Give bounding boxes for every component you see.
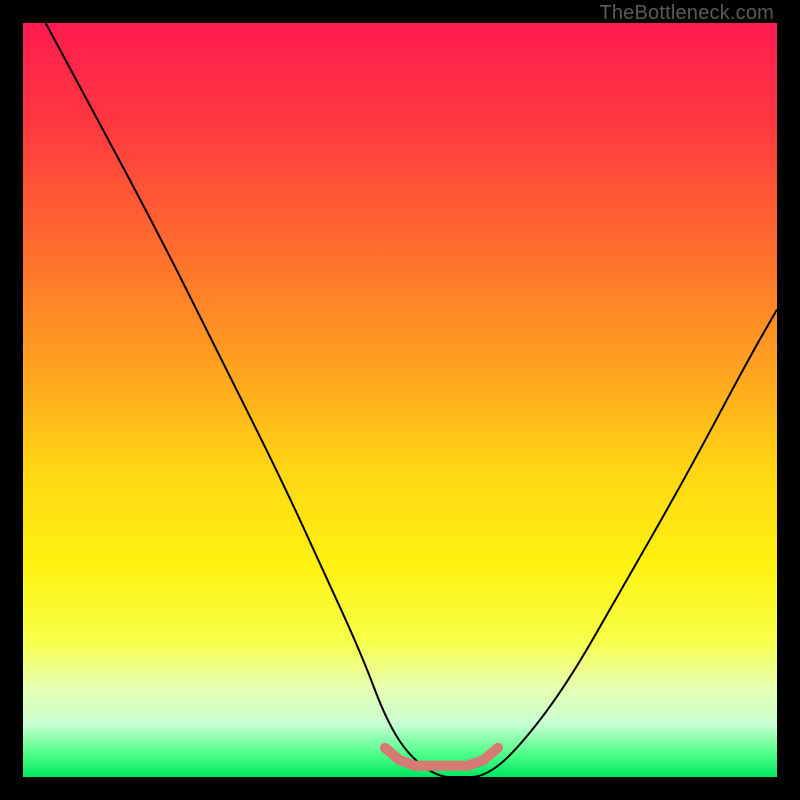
bottleneck-curve (46, 23, 777, 777)
chart-frame: TheBottleneck.com (0, 0, 800, 800)
curve-layer (23, 23, 777, 777)
plot-area (23, 23, 777, 777)
optimal-range-highlight (385, 748, 498, 766)
watermark-text: TheBottleneck.com (599, 2, 774, 25)
